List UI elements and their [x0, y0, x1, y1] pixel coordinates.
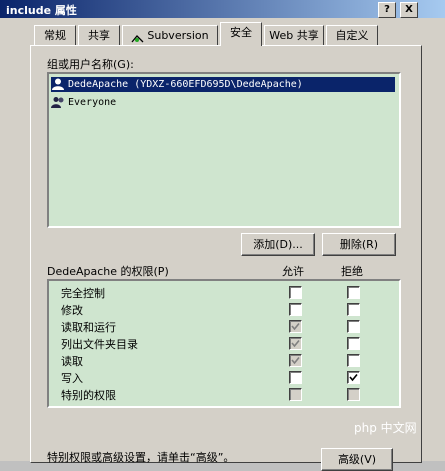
tab-general[interactable]: 常规 — [34, 25, 76, 46]
permission-row: 读取和运行 — [49, 317, 399, 334]
allow-checkbox[interactable] — [289, 388, 302, 401]
permission-name: 写入 — [61, 372, 83, 385]
permissions-list: 完全控制修改读取和运行列出文件夹目录 读取写入特别的权限 — [47, 279, 401, 408]
deny-checkbox[interactable] — [347, 371, 360, 384]
watermark: php 中文网 — [354, 421, 417, 435]
permission-row: 列出文件夹目录 — [49, 334, 399, 351]
group-icon — [51, 96, 65, 108]
tab-sharing[interactable]: 共享 — [78, 25, 120, 46]
allow-checkbox[interactable] — [289, 286, 302, 299]
deny-header: 拒绝 — [341, 265, 363, 278]
user-name: DedeApache (YDXZ-660EFD695D\DedeApache) — [68, 79, 303, 90]
tab-web-sharing[interactable]: Web 共享 — [264, 25, 324, 46]
deny-checkbox[interactable] — [347, 388, 360, 401]
deny-checkbox[interactable] — [347, 286, 360, 299]
tab-subversion[interactable]: Subversion — [122, 25, 218, 46]
permissions-label: DedeApache 的权限(P) — [47, 265, 169, 278]
allow-header: 允许 — [282, 265, 304, 278]
permission-name: 完全控制 — [61, 287, 105, 300]
allow-checkbox[interactable] — [289, 354, 302, 367]
permission-name: 列出文件夹目录 — [61, 338, 138, 351]
allow-checkbox[interactable] — [289, 303, 302, 316]
deny-checkbox[interactable] — [347, 337, 360, 350]
permission-name: 读取 — [61, 355, 83, 368]
user-row-everyone[interactable]: Everyone — [51, 95, 116, 110]
add-button[interactable]: 添加(D)... — [241, 233, 315, 256]
group-users-label: 组或用户名称(G): — [47, 58, 134, 71]
permission-name: 读取和运行 — [61, 321, 116, 334]
permission-row: 修改 — [49, 300, 399, 317]
subversion-icon — [131, 31, 144, 43]
permission-row: 特别的权限 — [49, 385, 399, 402]
tab-security[interactable]: 安全 — [220, 22, 262, 46]
permission-row: 完全控制 — [49, 283, 399, 300]
users-listbox[interactable]: DedeApache (YDXZ-660EFD695D\DedeApache) … — [47, 72, 401, 228]
permission-row: 写入 — [49, 368, 399, 385]
deny-checkbox[interactable] — [347, 303, 360, 316]
user-name: Everyone — [68, 97, 117, 108]
user-row-dedeapache[interactable]: DedeApache (YDXZ-660EFD695D\DedeApache) — [51, 77, 395, 92]
permission-name: 特别的权限 — [61, 389, 116, 402]
deny-checkbox[interactable] — [347, 354, 360, 367]
user-icon — [51, 78, 65, 90]
window-title: include 属性 — [6, 4, 77, 17]
properties-dialog: include 属性 ? X 常规 共享 Subversion 安全 Web 共… — [0, 0, 445, 471]
advanced-button[interactable]: 高级(V) — [321, 448, 393, 471]
security-panel: 组或用户名称(G): DedeApache (YDXZ-660EFD695D\D… — [30, 45, 422, 471]
permission-row: 读取 — [49, 351, 399, 368]
close-button[interactable]: X — [400, 2, 418, 18]
tab-subversion-label: Subversion — [147, 29, 209, 42]
help-button[interactable]: ? — [378, 2, 396, 18]
title-bar: include 属性 ? X — [0, 0, 445, 18]
allow-checkbox[interactable] — [289, 371, 302, 384]
allow-checkbox[interactable] — [289, 337, 302, 350]
allow-checkbox[interactable] — [289, 320, 302, 333]
remove-button[interactable]: 删除(R) — [322, 233, 396, 256]
advanced-hint: 特别权限或高级设置，请单击“高级”。 — [47, 451, 235, 464]
tab-custom[interactable]: 自定义 — [326, 25, 378, 46]
permission-name: 修改 — [61, 304, 83, 317]
deny-checkbox[interactable] — [347, 320, 360, 333]
